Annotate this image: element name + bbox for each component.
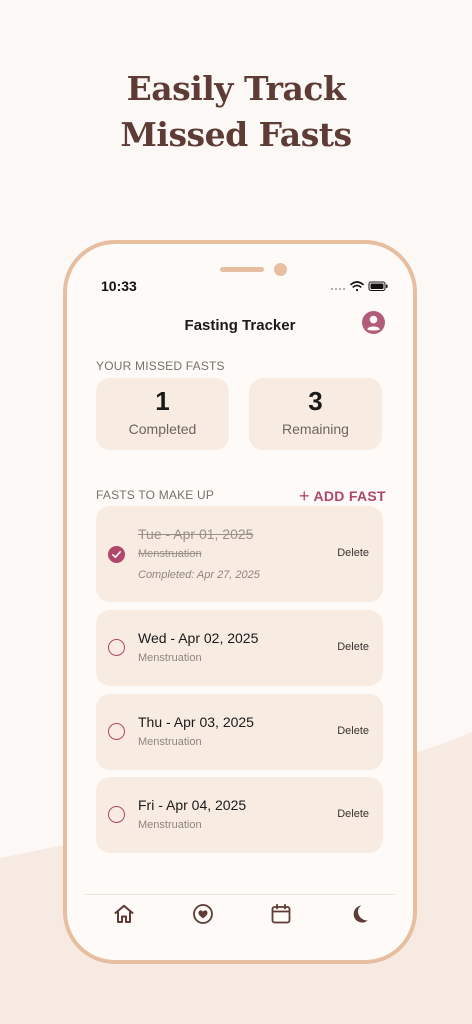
completed-checkbox[interactable] (108, 546, 125, 563)
battery-icon (368, 281, 388, 291)
plus-icon: + (299, 486, 310, 506)
fast-date: Wed - Apr 02, 2025 (138, 630, 259, 646)
tab-home[interactable] (112, 902, 136, 926)
completed-stat-card: 1 Completed (96, 378, 229, 450)
remaining-count: 3 (308, 386, 323, 416)
delete-button[interactable]: Delete (337, 808, 369, 820)
status-icons (331, 281, 388, 292)
heart-icon (193, 904, 213, 924)
phone-camera (274, 263, 287, 276)
phone-frame: 10:33 Fasting Tracker YOUR MISSED FASTS … (63, 240, 417, 964)
fast-reason: Menstruation (138, 548, 202, 560)
remaining-label: Remaining (282, 421, 349, 437)
delete-button[interactable]: Delete (337, 641, 369, 653)
checkmark-icon (111, 550, 121, 558)
fast-date: Fri - Apr 04, 2025 (138, 797, 247, 813)
fast-card[interactable]: Fri - Apr 04, 2025 Menstruation Delete (96, 777, 383, 853)
phone-speaker (220, 267, 264, 272)
fast-date: Tue - Apr 01, 2025 (138, 526, 254, 542)
completed-label: Completed (128, 421, 197, 437)
fast-card[interactable]: Tue - Apr 01, 2025 Menstruation Complete… (96, 506, 383, 602)
delete-button[interactable]: Delete (337, 725, 369, 737)
fast-reason: Menstruation (138, 819, 202, 831)
completion-checkbox[interactable] (108, 639, 125, 656)
fasts-to-make-up-label: FASTS TO MAKE UP (96, 488, 215, 502)
tab-favorites[interactable] (191, 902, 215, 926)
tab-calendar[interactable] (269, 902, 293, 926)
completed-date-note: Completed: Apr 27, 2025 (138, 569, 260, 581)
tab-bar-divider (85, 894, 395, 895)
missed-fasts-label: YOUR MISSED FASTS (96, 359, 225, 373)
fast-reason: Menstruation (138, 736, 202, 748)
calendar-icon (271, 903, 291, 924)
add-fast-label: ADD FAST (313, 488, 386, 504)
wifi-icon (350, 281, 364, 292)
moon-icon (353, 905, 368, 923)
completion-checkbox[interactable] (108, 806, 125, 823)
signal-icon (331, 288, 345, 290)
completed-count: 1 (155, 386, 170, 416)
fast-card[interactable]: Wed - Apr 02, 2025 Menstruation Delete (96, 610, 383, 686)
headline-line-1: Easily Track (126, 69, 346, 108)
add-fast-button[interactable]: + ADD FAST (299, 485, 386, 506)
profile-button[interactable] (362, 311, 385, 334)
remaining-stat-card: 3 Remaining (249, 378, 382, 450)
home-icon (114, 904, 134, 923)
delete-button[interactable]: Delete (337, 547, 369, 559)
status-time: 10:33 (101, 278, 137, 294)
headline-line-2: Missed Fasts (120, 115, 352, 154)
user-circle-icon (367, 315, 380, 331)
tab-ramadan[interactable] (347, 902, 371, 926)
fast-date: Thu - Apr 03, 2025 (138, 714, 254, 730)
fast-reason: Menstruation (138, 652, 202, 664)
fast-card[interactable]: Thu - Apr 03, 2025 Menstruation Delete (96, 694, 383, 770)
completion-checkbox[interactable] (108, 723, 125, 740)
